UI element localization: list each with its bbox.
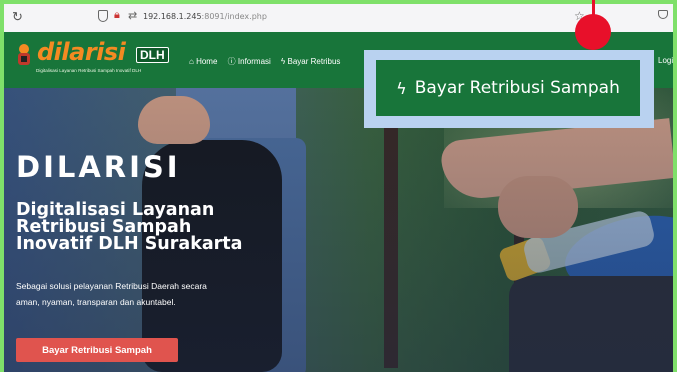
main-nav: ⌂ Home ⓘ Informasi ϟ Bayar Retribus <box>189 56 348 67</box>
zoom-callout: ϟ Bayar Retribusi Sampah <box>364 50 654 128</box>
bolt-icon: ϟ <box>281 57 286 66</box>
pocket-icon[interactable] <box>658 10 668 19</box>
info-icon: ⓘ <box>227 57 236 66</box>
callout-label: Bayar Retribusi Sampah <box>414 78 620 98</box>
logo-tagline: Digitalisasi Layanan Retribusi Sampah In… <box>36 68 142 73</box>
reload-icon[interactable]: ↻ <box>12 9 23 25</box>
nav-login[interactable]: Login <box>658 56 673 65</box>
hero-title: DILARISI <box>16 150 181 184</box>
bayar-retribusi-button[interactable]: Bayar Retribusi Sampah <box>16 338 178 362</box>
click-pointer-dot <box>575 14 611 50</box>
permissions-icon[interactable]: ⇄ <box>128 9 137 22</box>
mascot-icon <box>18 44 30 65</box>
browser-toolbar: ↻ 🔒︎ ⇄ 192.168.1.245:8091/index.php ☆ <box>4 4 673 33</box>
hero-description: Sebagai solusi pelayanan Retribusi Daera… <box>16 281 207 307</box>
hero-banner: DILARISI Digitalisasi Layanan Retribusi … <box>4 88 673 372</box>
logo-wordmark: dilarisi <box>37 38 126 66</box>
bolt-icon: ϟ <box>396 78 407 98</box>
nav-informasi[interactable]: ⓘ Informasi <box>228 57 271 66</box>
address-bar[interactable]: 192.168.1.245:8091/index.php <box>143 12 267 21</box>
callout-bayar-retribusi[interactable]: ϟ Bayar Retribusi Sampah <box>376 60 640 116</box>
hero-subtitle: Digitalisasi Layanan Retribusi Sampah In… <box>16 200 243 254</box>
logo-badge: DLH <box>136 47 169 63</box>
nav-bayar-retribusi[interactable]: ϟ Bayar Retribus <box>281 57 340 66</box>
nav-home[interactable]: ⌂ Home <box>189 57 217 66</box>
home-icon: ⌂ <box>189 57 194 66</box>
url-path: :8091/index.php <box>201 12 267 21</box>
insecure-lock-icon[interactable]: 🔒︎ <box>114 9 120 22</box>
site-logo[interactable]: dilarisi DLH Digitalisasi Layanan Retrib… <box>14 38 169 81</box>
tracking-shield-icon[interactable] <box>98 10 108 22</box>
url-host: 192.168.1.245 <box>143 12 202 21</box>
